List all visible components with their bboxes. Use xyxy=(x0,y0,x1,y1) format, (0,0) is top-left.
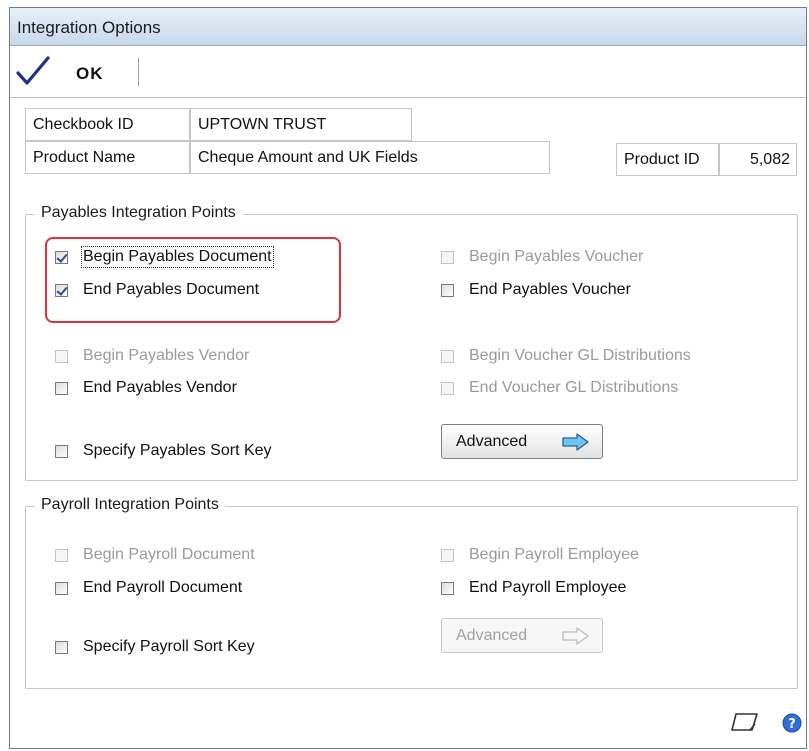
end-payroll-employee-label: End Payroll Employee xyxy=(469,579,627,596)
integration-options-window: Integration Options OK Checkbook ID UPTO… xyxy=(9,7,807,749)
payroll-advanced-label: Advanced xyxy=(456,626,528,644)
begin-payables-voucher-label: Begin Payables Voucher xyxy=(469,248,644,265)
payroll-advanced-button: Advanced xyxy=(441,618,603,653)
begin-voucher-gl-distributions-label: Begin Voucher GL Distributions xyxy=(469,347,691,364)
help-icon[interactable]: ? xyxy=(782,713,802,733)
end-payroll-document-option[interactable]: End Payroll Document xyxy=(55,576,242,600)
end-payables-document-option[interactable]: End Payables Document xyxy=(55,278,259,302)
begin-payables-document-option[interactable]: Begin Payables Document xyxy=(55,245,274,269)
specify-payroll-sort-key-option[interactable]: Specify Payroll Sort Key xyxy=(55,635,255,659)
checkmark-icon xyxy=(16,56,50,85)
begin-payroll-employee-label: Begin Payroll Employee xyxy=(469,546,639,563)
payables-advanced-label: Advanced xyxy=(456,432,528,450)
begin-payroll-employee-checkbox xyxy=(441,548,454,562)
title-bar: Integration Options xyxy=(10,8,806,46)
end-payables-document-label: End Payables Document xyxy=(83,281,260,298)
payables-group-legend: Payables Integration Points xyxy=(34,204,243,222)
svg-text:?: ? xyxy=(788,717,796,732)
end-payroll-document-checkbox[interactable] xyxy=(55,581,68,595)
specify-payables-sort-key-label: Specify Payables Sort Key xyxy=(83,442,272,459)
end-payables-document-checkbox[interactable] xyxy=(55,283,68,297)
end-payroll-employee-option[interactable]: End Payroll Employee xyxy=(441,576,626,600)
begin-payables-vendor-option: Begin Payables Vendor xyxy=(55,344,249,368)
begin-voucher-gl-distributions-option: Begin Voucher GL Distributions xyxy=(441,344,691,368)
end-payables-vendor-label: End Payables Vendor xyxy=(83,379,237,396)
ok-label: OK xyxy=(76,64,104,83)
end-payroll-document-label: End Payroll Document xyxy=(83,579,243,596)
payables-advanced-button[interactable]: Advanced xyxy=(441,424,603,459)
product-name-label: Product Name xyxy=(25,141,190,174)
right-arrow-icon xyxy=(562,433,589,451)
specify-payables-sort-key-option[interactable]: Specify Payables Sort Key xyxy=(55,439,272,463)
toolbar: OK xyxy=(10,46,806,98)
product-id-label: Product ID xyxy=(616,143,719,176)
note-icon[interactable] xyxy=(730,711,760,733)
specify-payroll-sort-key-label: Specify Payroll Sort Key xyxy=(83,638,255,655)
checkbook-id-label: Checkbook ID xyxy=(25,108,190,141)
begin-payroll-document-checkbox xyxy=(55,548,68,562)
payroll-group-legend: Payroll Integration Points xyxy=(34,496,226,514)
end-voucher-gl-distributions-label: End Voucher GL Distributions xyxy=(469,379,679,396)
begin-payroll-document-label: Begin Payroll Document xyxy=(83,546,255,563)
begin-payables-document-label: Begin Payables Document xyxy=(81,246,274,268)
end-payroll-employee-checkbox[interactable] xyxy=(441,581,454,595)
product-name-field[interactable]: Cheque Amount and UK Fields xyxy=(190,141,550,174)
begin-payables-vendor-label: Begin Payables Vendor xyxy=(83,347,250,364)
end-payables-voucher-option[interactable]: End Payables Voucher xyxy=(441,278,631,302)
begin-payroll-document-option: Begin Payroll Document xyxy=(55,543,255,567)
end-payables-voucher-checkbox[interactable] xyxy=(441,283,454,297)
checkbook-id-field[interactable]: UPTOWN TRUST xyxy=(190,108,412,141)
toolbar-separator xyxy=(138,58,139,86)
begin-payables-voucher-option: Begin Payables Voucher xyxy=(441,245,643,269)
begin-voucher-gl-distributions-checkbox xyxy=(441,349,454,363)
begin-payables-vendor-checkbox xyxy=(55,349,68,363)
end-voucher-gl-distributions-checkbox xyxy=(441,381,454,395)
product-id-field[interactable]: 5,082 xyxy=(719,143,797,176)
begin-payables-voucher-checkbox xyxy=(441,250,454,264)
end-payables-vendor-option[interactable]: End Payables Vendor xyxy=(55,376,237,400)
begin-payroll-employee-option: Begin Payroll Employee xyxy=(441,543,639,567)
right-arrow-icon xyxy=(562,627,589,645)
specify-payroll-sort-key-checkbox[interactable] xyxy=(55,640,68,654)
ok-button[interactable]: OK xyxy=(12,52,132,92)
begin-payables-document-checkbox[interactable] xyxy=(55,250,68,264)
window-title: Integration Options xyxy=(17,18,161,37)
end-payables-vendor-checkbox[interactable] xyxy=(55,381,68,395)
end-voucher-gl-distributions-option: End Voucher GL Distributions xyxy=(441,376,678,400)
specify-payables-sort-key-checkbox[interactable] xyxy=(55,444,68,458)
end-payables-voucher-label: End Payables Voucher xyxy=(469,281,631,298)
